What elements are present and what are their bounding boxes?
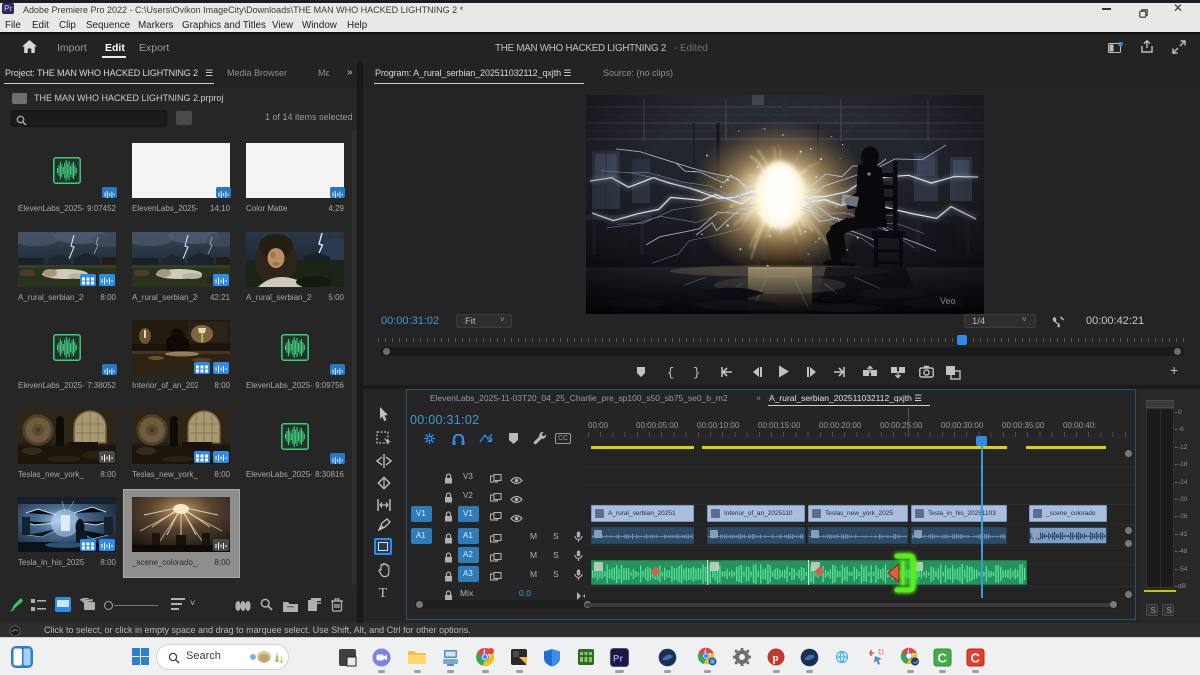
svg-text:Veo: Veo	[940, 296, 956, 306]
svg-text:p: p	[773, 652, 779, 664]
svg-text:}: }	[693, 366, 700, 379]
svg-text:C: C	[938, 651, 948, 666]
svg-text:C: C	[971, 651, 981, 666]
svg-text:Pr: Pr	[613, 654, 623, 665]
svg-text:{: {	[667, 366, 674, 379]
svg-text:T: T	[379, 586, 388, 600]
